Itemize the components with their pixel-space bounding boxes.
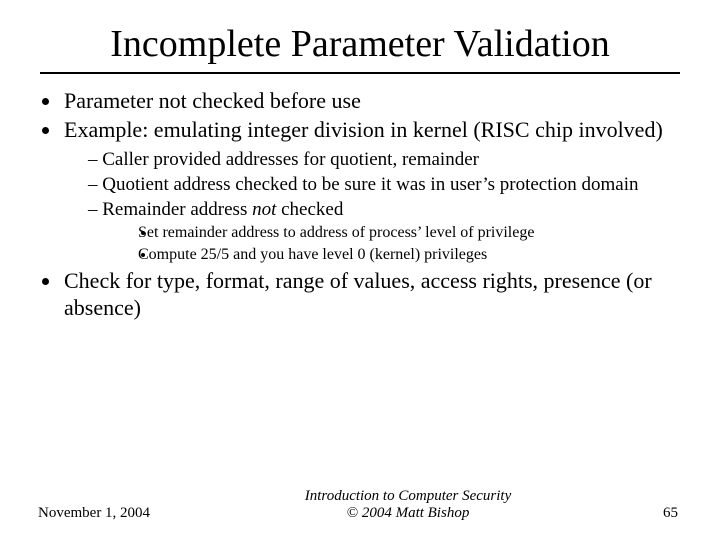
- bullet-text: Quotient address checked to be sure it w…: [102, 174, 638, 195]
- bullet-item: Set remainder address to address of proc…: [156, 223, 682, 243]
- bullet-item: Compute 25/5 and you have level 0 (kerne…: [156, 245, 682, 265]
- footer-page-number: 65: [618, 505, 678, 522]
- title-rule: [40, 72, 680, 74]
- bullet-item: Quotient address checked to be sure it w…: [88, 173, 682, 196]
- bullet-text: Remainder address not checked: [102, 199, 343, 220]
- bullet-list-level-1: Parameter not checked before use Example…: [62, 88, 682, 322]
- footer-copyright: © 2004 Matt Bishop: [198, 505, 618, 522]
- footer-title: Introduction to Computer Security: [198, 488, 618, 505]
- bullet-list-level-2: Caller provided addresses for quotient, …: [88, 148, 682, 265]
- bullet-list-level-3: Set remainder address to address of proc…: [156, 223, 682, 264]
- slide-footer: November 1, 2004 Introduction to Compute…: [0, 488, 720, 522]
- slide: Incomplete Parameter Validation Paramete…: [0, 0, 720, 540]
- bullet-item: Check for type, format, range of values,…: [62, 268, 682, 322]
- text-run: checked: [276, 199, 343, 220]
- bullet-item: Caller provided addresses for quotient, …: [88, 148, 682, 171]
- slide-title: Incomplete Parameter Validation: [0, 0, 720, 72]
- text-emphasis: not: [252, 199, 276, 220]
- bullet-item: Example: emulating integer division in k…: [62, 117, 682, 264]
- bullet-item: Remainder address not checked Set remain…: [88, 198, 682, 264]
- bullet-text: Caller provided addresses for quotient, …: [102, 149, 479, 170]
- footer-date: November 1, 2004: [38, 505, 198, 522]
- bullet-item: Parameter not checked before use: [62, 88, 682, 115]
- slide-content: Parameter not checked before use Example…: [0, 88, 720, 322]
- footer-center: Introduction to Computer Security © 2004…: [198, 488, 618, 522]
- bullet-text: Example: emulating integer division in k…: [64, 117, 663, 142]
- text-run: Remainder address: [102, 199, 252, 220]
